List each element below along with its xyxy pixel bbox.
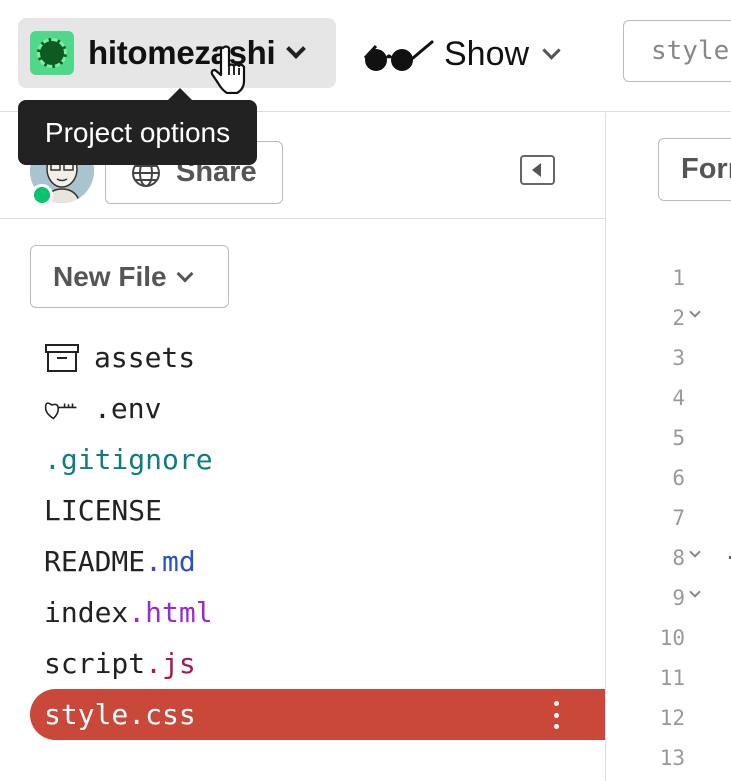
file-extension: .js xyxy=(145,647,196,680)
collapse-left-icon xyxy=(531,163,541,177)
key-icon xyxy=(44,394,82,424)
file-extension: .md xyxy=(145,545,196,578)
collapse-sidebar-button[interactable] xyxy=(520,155,555,185)
project-avatar-icon xyxy=(30,31,74,75)
file-item-env[interactable]: .env xyxy=(30,383,605,434)
archive-icon xyxy=(44,343,82,373)
divider xyxy=(0,218,605,219)
glasses-icon xyxy=(363,40,434,71)
line-number: 3 xyxy=(672,346,685,370)
file-name: .gitignore xyxy=(44,443,213,476)
file-name: assets xyxy=(94,341,196,374)
file-name: script xyxy=(44,647,146,680)
file-list: assets .env .gitignore LICENSE README .md… xyxy=(30,332,605,740)
sidebar: Share New File assets .env .gitignore LI… xyxy=(0,113,606,781)
line-number: 9 xyxy=(607,578,731,618)
line-number: 12 xyxy=(659,706,685,730)
top-bar: hitomezashi Show style xyxy=(0,0,731,112)
new-file-label: New File xyxy=(53,260,167,292)
line-number: 13 xyxy=(659,746,685,770)
fold-chevron-icon[interactable] xyxy=(689,546,701,558)
project-options-tooltip: Project options xyxy=(18,88,257,165)
file-name: LICENSE xyxy=(44,494,163,527)
show-label: Show xyxy=(444,34,530,73)
editor-panel: Format 1 2 3 4 5 6 7 8 9 10 11 12 13 xyxy=(607,113,731,781)
fold-chevron-icon[interactable] xyxy=(689,306,701,318)
chevron-down-icon xyxy=(542,40,561,60)
file-item-index[interactable]: index .html xyxy=(30,587,605,638)
chevron-down-icon xyxy=(176,265,194,282)
line-number: 1 xyxy=(672,266,685,290)
chevron-down-icon xyxy=(286,39,307,59)
file-extension: .html xyxy=(128,596,213,629)
file-item-gitignore[interactable]: .gitignore xyxy=(30,434,605,485)
new-file-button[interactable]: New File xyxy=(30,245,229,308)
file-item-license[interactable]: LICENSE xyxy=(30,485,605,536)
more-options-icon[interactable] xyxy=(554,701,560,729)
fold-chevron-icon[interactable] xyxy=(689,586,701,598)
line-number-gutter: 1 2 3 4 5 6 7 8 9 10 11 12 13 xyxy=(607,258,731,778)
file-item-style-active[interactable]: style.css xyxy=(30,689,605,740)
line-number: 2 xyxy=(607,298,731,338)
show-button[interactable]: Show xyxy=(362,28,561,80)
file-item-readme[interactable]: README .md xyxy=(30,536,605,587)
file-name: style.css xyxy=(44,698,196,731)
project-options-button[interactable]: hitomezashi xyxy=(18,18,336,88)
file-name: README xyxy=(44,545,146,578)
format-button[interactable]: Format xyxy=(658,138,731,201)
line-number: 6 xyxy=(672,466,685,490)
line-number: 5 xyxy=(672,426,685,450)
file-name: .env xyxy=(94,392,162,425)
file-item-assets[interactable]: assets xyxy=(30,332,605,383)
file-item-script[interactable]: script .js xyxy=(30,638,605,689)
line-number: 4 xyxy=(672,386,685,410)
line-number: 10 xyxy=(659,626,685,650)
line-number: 8 xyxy=(607,538,731,578)
file-tab[interactable]: style xyxy=(623,20,731,82)
line-number: 7 xyxy=(672,506,685,530)
hand-cursor-icon xyxy=(210,45,246,94)
online-status-dot xyxy=(31,184,53,206)
line-number: 11 xyxy=(659,666,685,690)
file-name: index xyxy=(44,596,129,629)
